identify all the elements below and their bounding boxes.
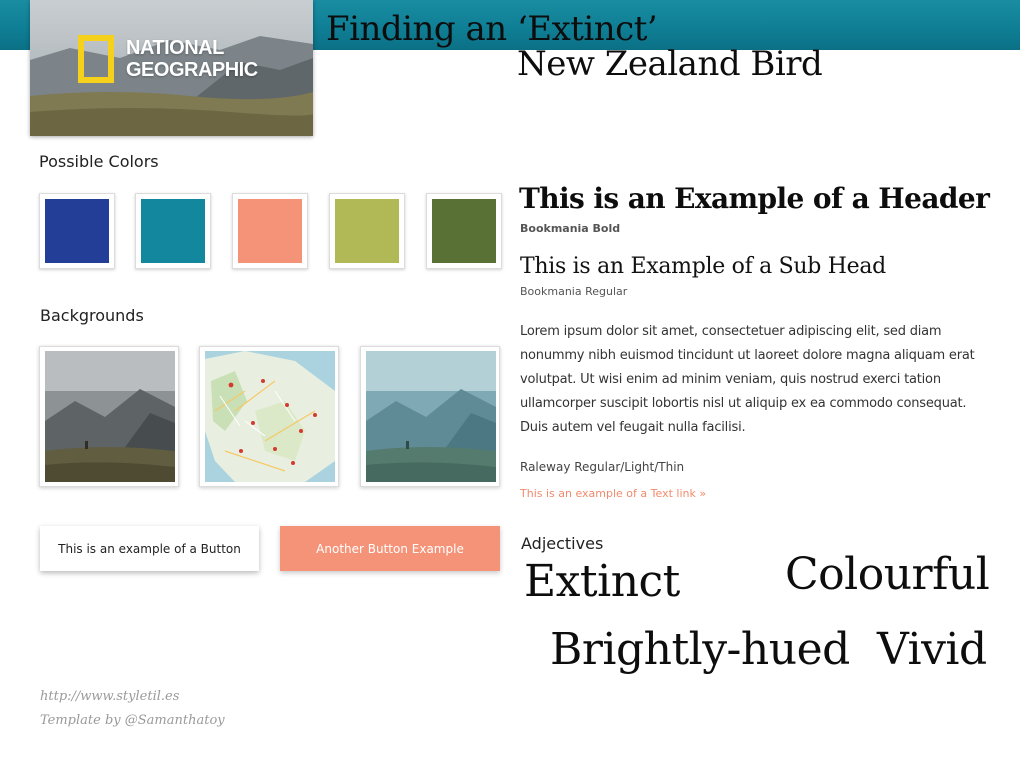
swatch-chip bbox=[238, 199, 302, 263]
page-title-line-2: New Zealand Bird bbox=[517, 44, 823, 84]
national-geographic-frame-icon bbox=[78, 35, 114, 83]
adjectives-label: Adjectives bbox=[521, 534, 604, 553]
misty-mountain-image bbox=[45, 351, 175, 482]
color-swatch-navy bbox=[39, 193, 115, 269]
body-paragraph: Lorem ipsum dolor sit amet, consectetuer… bbox=[520, 324, 975, 435]
footer-url[interactable]: http://www.styletil.es bbox=[40, 689, 179, 704]
background-misty-mountain bbox=[39, 346, 179, 487]
swatch-chip bbox=[335, 199, 399, 263]
national-geographic-logo-card: NATIONAL GEOGRAPHIC bbox=[30, 0, 313, 136]
adjective-colourful: Colourful bbox=[785, 549, 990, 600]
logo-line-2: GEOGRAPHIC bbox=[126, 59, 258, 81]
subhead-font-name: Bookmania Regular bbox=[520, 285, 628, 298]
color-swatch-forest-green bbox=[426, 193, 502, 269]
example-button[interactable]: This is an example of a Button bbox=[40, 526, 259, 571]
backgrounds-label: Backgrounds bbox=[40, 306, 144, 325]
footer-credit: Template by @Samanthatoy bbox=[40, 713, 225, 728]
teal-mountain-image bbox=[366, 351, 496, 482]
example-subhead: This is an Example of a Sub Head bbox=[520, 254, 886, 279]
adjective-vivid: Vivid bbox=[877, 624, 987, 675]
swatch-chip bbox=[45, 199, 109, 263]
adjective-brightly-hued: Brightly-hued bbox=[550, 624, 850, 675]
page-title-line-1: Finding an ‘Extinct’ bbox=[326, 9, 658, 49]
body-font-name: Raleway Regular/Light/Thin bbox=[520, 460, 685, 474]
example-header: This is an Example of a Header bbox=[519, 182, 990, 215]
example-text-link[interactable]: This is an example of a Text link » bbox=[520, 487, 706, 500]
possible-colors-label: Possible Colors bbox=[39, 152, 159, 171]
header-font-name: Bookmania Bold bbox=[520, 222, 621, 235]
color-swatch-salmon bbox=[232, 193, 308, 269]
adjective-extinct: Extinct bbox=[524, 556, 680, 607]
background-nz-map bbox=[199, 346, 339, 487]
background-teal-mountain bbox=[360, 346, 500, 487]
swatch-chip bbox=[141, 199, 205, 263]
color-swatch-teal bbox=[135, 193, 211, 269]
logo-line-1: NATIONAL bbox=[126, 37, 224, 59]
color-swatch-olive bbox=[329, 193, 405, 269]
another-example-button[interactable]: Another Button Example bbox=[280, 526, 500, 571]
swatch-chip bbox=[432, 199, 496, 263]
national-geographic-logo: NATIONAL GEOGRAPHIC bbox=[126, 37, 258, 81]
map-image bbox=[205, 351, 335, 482]
